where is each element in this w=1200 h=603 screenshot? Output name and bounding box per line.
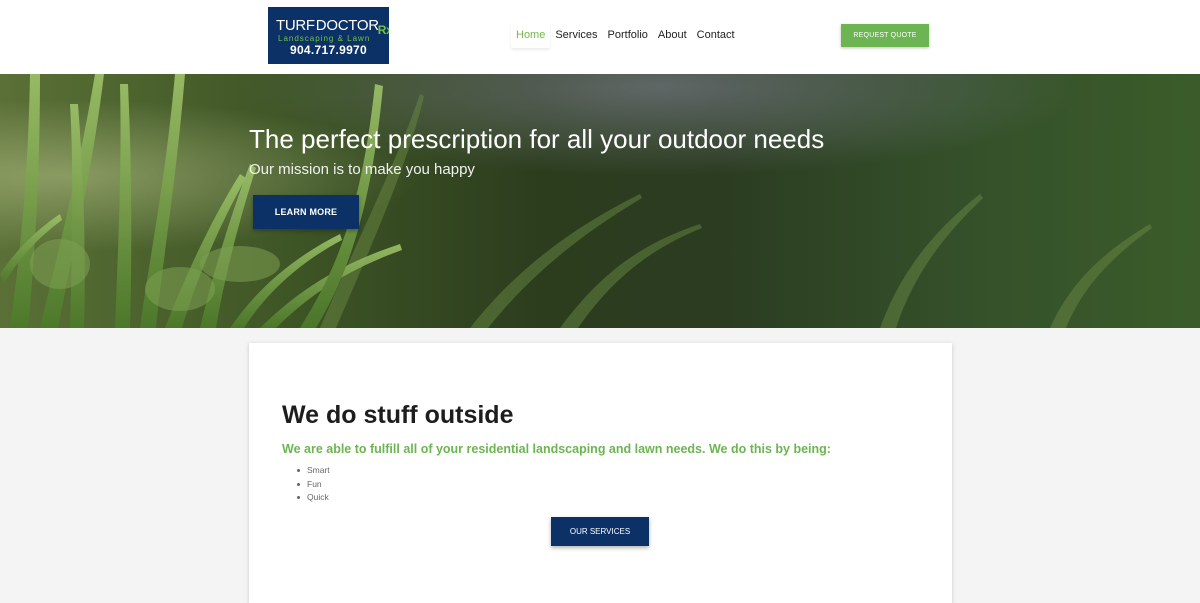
nav-item-about[interactable]: About xyxy=(653,22,692,48)
logo-phone: 904.717.9970 xyxy=(289,43,367,57)
intro-card: We do stuff outside We are able to fulfi… xyxy=(249,343,952,603)
request-quote-button[interactable]: REQUEST QUOTE xyxy=(841,24,929,47)
hero-title: The perfect prescription for all your ou… xyxy=(249,124,825,154)
learn-more-button[interactable]: LEARN MORE xyxy=(253,195,359,229)
nav-item-services[interactable]: Services xyxy=(550,22,602,48)
logo-tagline: Landscaping & Lawn xyxy=(278,34,371,43)
nav-item-portfolio[interactable]: Portfolio xyxy=(603,22,653,48)
list-item: Smart xyxy=(296,464,330,478)
section-title: We do stuff outside xyxy=(282,401,514,429)
our-services-button[interactable]: OUR SERVICES xyxy=(551,517,649,546)
nav-item-home[interactable]: Home xyxy=(511,22,550,48)
logo-wordmark: TURF DOCTOR Rx xyxy=(276,17,389,38)
site-header: TURF DOCTOR Rx Landscaping & Lawn 904.71… xyxy=(0,0,1200,74)
nav-item-contact[interactable]: Contact xyxy=(692,22,740,48)
hero-banner: The perfect prescription for all your ou… xyxy=(0,74,1200,328)
logo[interactable]: TURF DOCTOR Rx Landscaping & Lawn 904.71… xyxy=(268,7,389,64)
main-nav: Home Services Portfolio About Contact xyxy=(511,22,740,48)
grass-background-image xyxy=(0,74,1200,328)
list-item: Fun xyxy=(296,478,330,492)
logo-word-doctor: DOCTOR xyxy=(315,17,379,34)
qualities-list: Smart Fun Quick xyxy=(296,464,330,505)
section-lead: We are able to fulfill all of your resid… xyxy=(282,442,831,456)
logo-word-turf: TURF xyxy=(276,17,315,34)
hero-subtitle: Our mission is to make you happy xyxy=(249,161,475,178)
list-item: Quick xyxy=(296,491,330,505)
